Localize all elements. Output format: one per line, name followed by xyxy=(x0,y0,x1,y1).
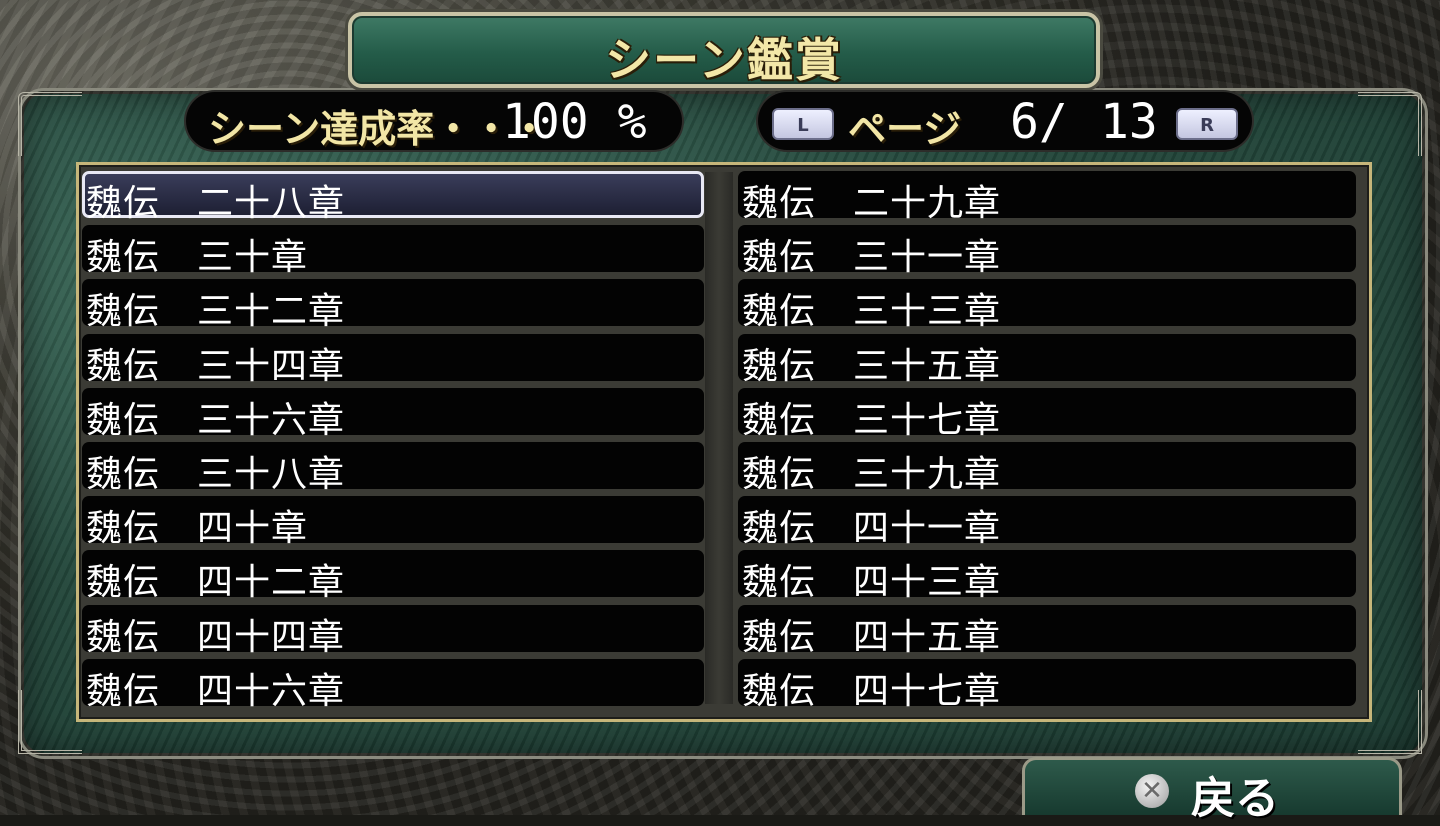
scene-item[interactable]: 魏伝 三十七章 xyxy=(738,388,1356,441)
scene-item[interactable]: 魏伝 三十九章 xyxy=(738,442,1356,495)
scene-item[interactable]: 魏伝 四十四章 xyxy=(82,605,704,658)
scene-item-label: 魏伝 三十八章 xyxy=(86,454,346,495)
scene-item[interactable]: 魏伝 四十五章 xyxy=(738,605,1356,658)
scene-item-label: 魏伝 三十五章 xyxy=(742,346,1002,387)
corner-ornament xyxy=(1358,92,1422,156)
completion-rate-label: シーン達成率・・・ xyxy=(208,107,549,151)
page-title: シーン鑑賞 xyxy=(605,33,843,87)
scene-item[interactable]: 魏伝 四十六章 xyxy=(82,659,704,712)
scene-item[interactable]: 魏伝 三十章 xyxy=(82,225,704,278)
page-label: ページ xyxy=(848,107,962,151)
scene-item-label: 魏伝 四十七章 xyxy=(742,671,1002,712)
scene-item-label: 魏伝 二十九章 xyxy=(742,183,1002,224)
corner-ornament xyxy=(18,690,82,754)
scene-item-label: 魏伝 四十二章 xyxy=(86,562,346,603)
title-plate: シーン鑑賞 xyxy=(348,12,1100,88)
cross-button-icon: ✕ xyxy=(1135,774,1169,808)
scene-item-label: 魏伝 三十三章 xyxy=(742,291,1002,332)
scene-item[interactable]: 魏伝 三十六章 xyxy=(82,388,704,441)
scene-item-label: 魏伝 三十章 xyxy=(86,237,309,278)
scene-item[interactable]: 魏伝 三十二章 xyxy=(82,279,704,332)
scene-item[interactable]: 魏伝 四十一章 xyxy=(738,496,1356,549)
scene-item-label: 魏伝 四十六章 xyxy=(86,671,346,712)
scene-item-label: 魏伝 三十六章 xyxy=(86,400,346,441)
completion-rate-value: 100 % xyxy=(502,94,647,150)
scene-item-label: 魏伝 四十一章 xyxy=(742,508,1002,549)
scene-item[interactable]: 魏伝 二十八章 xyxy=(82,171,704,224)
scene-item[interactable]: 魏伝 三十八章 xyxy=(82,442,704,495)
scene-item[interactable]: 魏伝 三十三章 xyxy=(738,279,1356,332)
page-total: 13 xyxy=(1100,94,1158,150)
completion-rate-panel: シーン達成率・・・ 100 % xyxy=(186,92,682,151)
column-divider xyxy=(705,172,733,704)
l-shoulder-button[interactable]: L xyxy=(772,108,834,140)
scene-item[interactable]: 魏伝 三十四章 xyxy=(82,334,704,387)
scene-item[interactable]: 魏伝 四十二章 xyxy=(82,550,704,603)
back-button-label: 戻る xyxy=(1191,773,1279,824)
scene-item-label: 魏伝 四十五章 xyxy=(742,617,1002,658)
back-button[interactable]: ✕ 戻る xyxy=(1022,757,1402,824)
scene-item-label: 魏伝 三十七章 xyxy=(742,400,1002,441)
scene-item[interactable]: 魏伝 四十章 xyxy=(82,496,704,549)
scene-item-label: 魏伝 三十四章 xyxy=(86,346,346,387)
scene-item-label: 魏伝 三十一章 xyxy=(742,237,1002,278)
scene-item[interactable]: 魏伝 四十七章 xyxy=(738,659,1356,712)
corner-ornament xyxy=(18,92,82,156)
scene-item-label: 魏伝 三十二章 xyxy=(86,291,346,332)
scene-item-label: 魏伝 四十三章 xyxy=(742,562,1002,603)
scene-item[interactable]: 魏伝 三十一章 xyxy=(738,225,1356,278)
r-shoulder-button[interactable]: R xyxy=(1176,108,1238,140)
scene-item-label: 魏伝 四十章 xyxy=(86,508,309,549)
scene-item[interactable]: 魏伝 四十三章 xyxy=(738,550,1356,603)
scene-item[interactable]: 魏伝 三十五章 xyxy=(738,334,1356,387)
scene-item-label: 魏伝 二十八章 xyxy=(86,183,346,224)
scene-item[interactable]: 魏伝 二十九章 xyxy=(738,171,1356,224)
scene-item-label: 魏伝 四十四章 xyxy=(86,617,346,658)
page-current: 6/ xyxy=(1010,94,1068,150)
scene-item-label: 魏伝 三十九章 xyxy=(742,454,1002,495)
